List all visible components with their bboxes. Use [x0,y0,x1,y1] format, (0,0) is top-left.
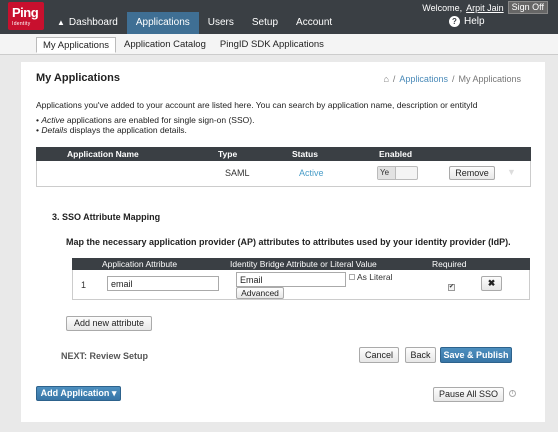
home-icon: ▲ [57,18,65,27]
logo-text: Ping [12,5,39,20]
nav-users-label: Users [207,17,234,28]
next-step-label: NEXT: Review Setup [61,351,149,361]
help-link[interactable]: ? Help [449,16,485,27]
app-type: SAML [225,168,250,178]
ping-logo[interactable]: Ping Identity [8,2,44,30]
user-link[interactable]: Arpit Jain [466,3,504,13]
required-checkbox[interactable]: ✔ [448,284,455,291]
application-attribute-input[interactable] [107,276,219,291]
section-title: 3. SSO Attribute Mapping [52,212,161,222]
help-icon: ? [449,16,460,27]
col-required: Required [432,259,467,269]
col-enabled: Enabled [379,149,413,159]
delete-attribute-button[interactable]: ✖ [481,276,502,291]
mapping-description: Map the necessary application provider (… [66,237,511,247]
bullet-details-word: Details [41,125,68,135]
nav-applications-label: Applications [135,17,190,28]
breadcrumb-current: My Applications [458,74,521,84]
as-literal-checkbox[interactable] [349,274,355,280]
sign-off-button[interactable]: Sign Off [507,1,548,14]
nav-setup[interactable]: Setup [243,12,287,34]
row-index: 1 [81,280,87,290]
expand-chevron-icon[interactable]: ▼ [507,167,516,177]
attribute-row: 1 Advanced As Literal ✔ ✖ [72,270,530,300]
main-nav: ▲ Dashboard Applications Users Setup Acco… [48,12,341,34]
breadcrumb-applications[interactable]: Applications [399,74,448,84]
sub-nav: My Applications Application Catalog Ping… [0,34,558,55]
col-type: Type [218,149,238,159]
top-bar: Ping Identity ▲ Dashboard Applications Us… [0,0,558,34]
help-label: Help [464,16,485,27]
cancel-button[interactable]: Cancel [359,347,399,363]
attribute-table-header: Application Attribute Identity Bridge At… [72,258,530,270]
back-button[interactable]: Back [405,347,436,363]
as-literal-label: As Literal [357,272,393,282]
add-application-button[interactable]: Add Application ▾ [36,386,121,401]
nav-dashboard[interactable]: ▲ Dashboard [48,12,127,34]
save-and-publish-button[interactable]: Save & Publish [440,347,512,363]
nav-setup-label: Setup [251,17,279,28]
app-status: Active [299,168,324,178]
logo-subtext: Identity [12,21,31,27]
col-application-name: Application Name [67,149,139,159]
page-description: Applications you've added to your accoun… [36,100,478,110]
nav-applications[interactable]: Applications [126,12,199,34]
tab-pingid-sdk-applications[interactable]: PingID SDK Applications [214,37,330,53]
info-icon[interactable]: i [509,390,516,397]
pause-all-sso-button[interactable]: Pause All SSO [433,387,504,402]
nav-account-label: Account [296,17,333,28]
applications-table-header: Application Name Type Status Enabled [36,147,531,161]
home-icon[interactable]: ⌂ [383,74,388,84]
bullet-active-text: applications are enabled for single sign… [64,115,255,125]
bullet-details-text: displays the application details. [67,125,187,135]
breadcrumb: ⌂ / Applications / My Applications [383,74,521,84]
enabled-toggle[interactable]: Ye [377,166,418,180]
literal-value-input[interactable] [236,272,346,287]
toggle-label: Ye [378,167,396,179]
advanced-button[interactable]: Advanced [236,287,284,299]
content-panel: My Applications ⌂ / Applications / My Ap… [21,62,545,422]
bullet-active-word: Active [41,115,65,125]
bullet-details: • Details displays the application detai… [36,125,187,135]
tab-my-applications[interactable]: My Applications [36,37,117,53]
tab-application-catalog[interactable]: Application Catalog [118,37,212,53]
col-identity-bridge-attribute: Identity Bridge Attribute or Literal Val… [230,259,377,269]
nav-account[interactable]: Account [287,12,341,34]
nav-dashboard-label: Dashboard [68,17,118,28]
page-title: My Applications [36,72,120,84]
table-row[interactable]: SAML Active Ye Remove ▼ [36,161,531,187]
nav-users[interactable]: Users [199,12,243,34]
col-application-attribute: Application Attribute [102,259,178,269]
add-new-attribute-button[interactable]: Add new attribute [66,316,152,331]
breadcrumb-separator: / [451,74,455,84]
welcome-text: Welcome, [422,2,463,13]
breadcrumb-separator: / [392,74,396,84]
as-literal-option[interactable]: As Literal [349,272,392,282]
welcome-area: Welcome, Arpit Jain Sign Off [422,1,548,14]
remove-button[interactable]: Remove [449,166,495,180]
description-bullets: • Active applications are enabled for si… [36,115,254,135]
bullet-active: • Active applications are enabled for si… [36,115,255,125]
col-status: Status [292,149,318,159]
